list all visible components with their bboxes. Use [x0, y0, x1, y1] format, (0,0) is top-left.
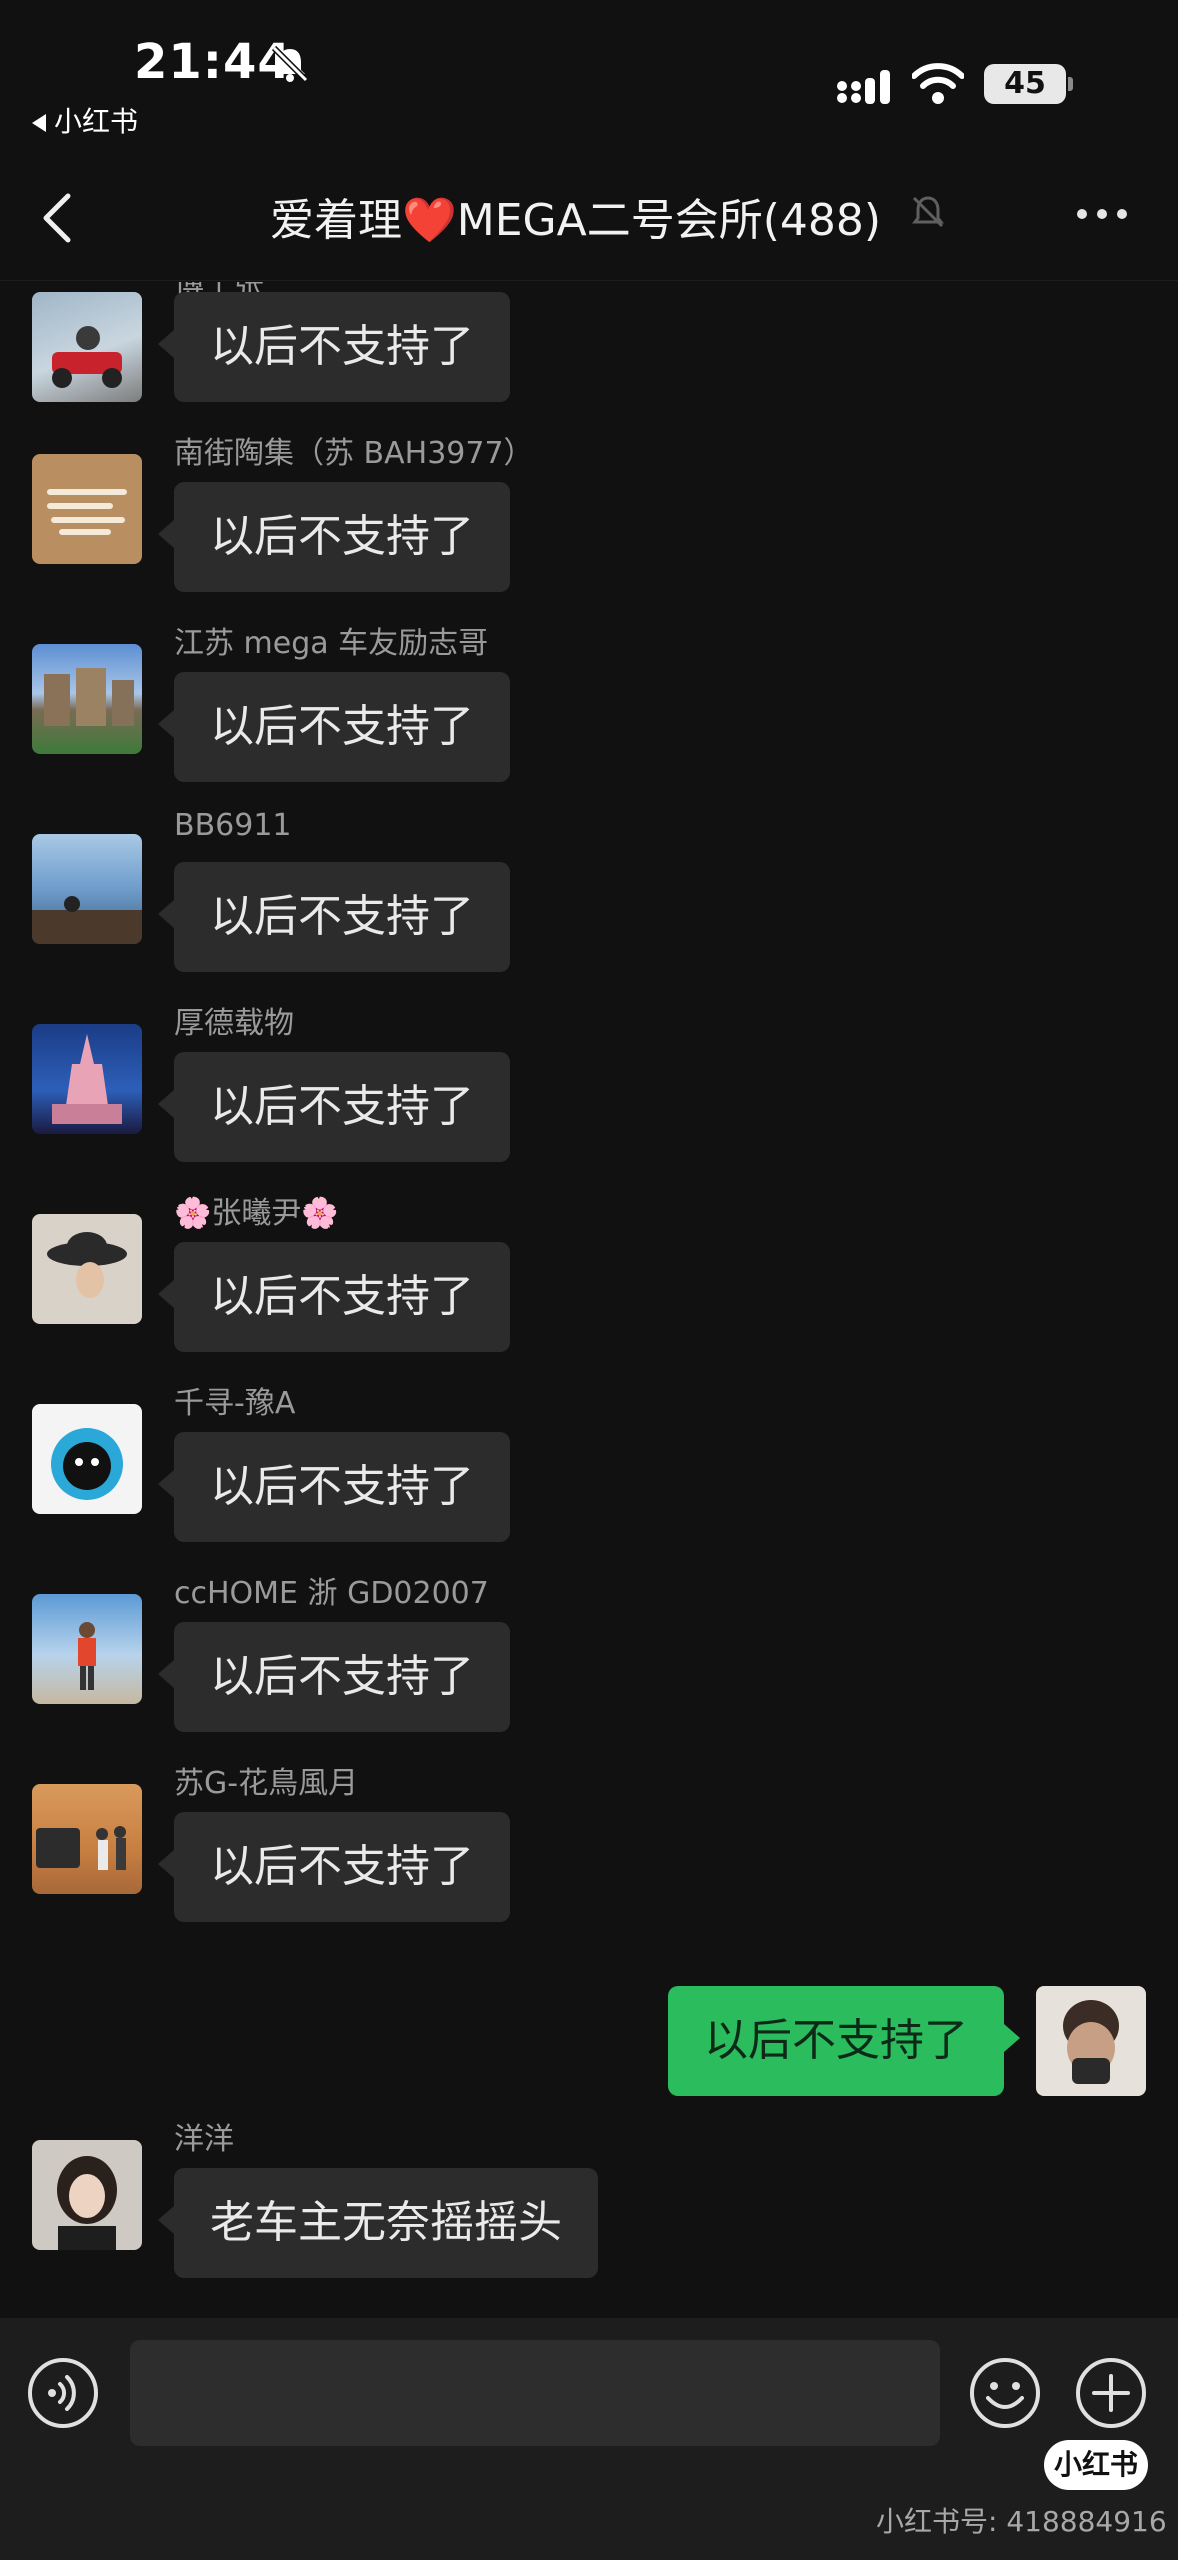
message-item-self: 以后不支持了 — [0, 1986, 1178, 2116]
avatar[interactable] — [32, 1024, 142, 1134]
cellular-signal-icon — [837, 70, 890, 104]
message-bubble[interactable]: 以后不支持了 — [158, 1622, 510, 1732]
avatar[interactable] — [1036, 1986, 1146, 2096]
message-item: 江苏 mega 车友励志哥 以后不支持了 — [0, 626, 1178, 834]
message-bubble[interactable]: 以后不支持了 — [158, 1052, 510, 1162]
emoji-icon[interactable] — [968, 2356, 1042, 2430]
avatar-image — [52, 1034, 122, 1124]
plus-icon[interactable] — [1074, 2356, 1148, 2430]
sender-name: 江苏 mega 车友励志哥 — [174, 626, 489, 661]
sender-name: 厚德载物 — [174, 1006, 294, 1041]
back-to-app-button[interactable]: 小红书 — [32, 100, 138, 140]
back-triangle-icon — [32, 114, 46, 132]
message-item: 洋洋 老车主无奈摇摇头 — [0, 2122, 1178, 2322]
message-bubble[interactable]: 以后不支持了 — [158, 1242, 510, 1352]
avatar[interactable] — [32, 1214, 142, 1324]
message-item: 南街陶集（苏 BAH3977） 以后不支持了 — [0, 436, 1178, 644]
avatar-image — [47, 489, 127, 535]
avatar-image — [51, 1428, 123, 1500]
message-item: 厚德载物 以后不支持了 — [0, 1006, 1178, 1214]
message-bubble[interactable]: 以后不支持了 — [158, 862, 510, 972]
avatar[interactable] — [32, 1594, 142, 1704]
sender-name: 洋洋 — [174, 2122, 234, 2157]
back-app-label: 小红书 — [54, 105, 139, 138]
avatar-image — [57, 2156, 117, 2250]
avatar-image — [52, 326, 122, 388]
avatar[interactable] — [32, 292, 142, 402]
wifi-icon — [912, 63, 964, 104]
message-item: 🌸张曦尹🌸 以后不支持了 — [0, 1196, 1178, 1404]
watermark-id: 小红书号: 418884916 — [876, 2505, 1167, 2538]
status-time: 21:44 — [134, 34, 292, 90]
avatar[interactable] — [32, 1404, 142, 1514]
message-bubble[interactable]: 以后不支持了 — [158, 292, 510, 402]
input-bar: 小红书 小红书号: 418884916 — [0, 2318, 1178, 2560]
message-item: BB6911 以后不支持了 — [0, 808, 1178, 1024]
message-list[interactable]: 博士张 以后不支持了 南街陶集（苏 BAH3977） 以后不支持了 江苏 meg… — [0, 282, 1178, 2322]
bell-off-icon — [912, 196, 944, 228]
voice-icon — [48, 2375, 76, 2411]
message-bubble[interactable]: 以后不支持了 — [158, 1432, 510, 1542]
battery-icon: 45 — [984, 64, 1073, 104]
avatar[interactable] — [32, 1784, 142, 1894]
message-item: 千寻-豫A 以后不支持了 — [0, 1386, 1178, 1594]
sender-name: 南街陶集（苏 BAH3977） — [174, 436, 534, 471]
avatar-image — [1063, 2000, 1119, 2084]
status-bar: 21:44 小红书 45 — [0, 0, 1178, 150]
avatar-image — [78, 1622, 96, 1690]
avatar-image — [44, 668, 134, 726]
message-bubble[interactable]: 老车主无奈摇摇头 — [158, 2168, 598, 2278]
message-item: 苏G-花鳥風月 以后不支持了 — [0, 1766, 1178, 1974]
chat-header: 爱着理❤️MEGA二号会所(488) — [0, 160, 1178, 281]
more-dots-icon[interactable] — [1072, 204, 1132, 224]
chat-title-prefix: 爱着理 — [270, 195, 402, 246]
chevron-left-icon[interactable] — [38, 188, 78, 248]
message-item: ccHOME 浙 GD02007 以后不支持了 — [0, 1576, 1178, 1784]
sender-name: 🌸张曦尹🌸 — [174, 1196, 339, 1231]
avatar[interactable] — [32, 644, 142, 754]
sender-name: 苏G-花鳥風月 — [174, 1766, 359, 1801]
bell-off-icon — [271, 45, 309, 83]
avatar[interactable] — [32, 454, 142, 564]
avatar[interactable] — [32, 834, 142, 944]
chat-title: 爱着理❤️MEGA二号会所(488) — [270, 184, 881, 248]
message-bubble-self[interactable]: 以后不支持了 — [668, 1986, 1020, 2096]
message-bubble[interactable]: 以后不支持了 — [158, 1812, 510, 1922]
sender-name: BB6911 — [174, 808, 292, 843]
avatar[interactable] — [32, 2140, 142, 2250]
heart-emoji: ❤️ — [402, 195, 457, 246]
avatar-image — [32, 896, 142, 944]
message-bubble[interactable]: 以后不支持了 — [158, 672, 510, 782]
watermark-badge: 小红书 — [1044, 2440, 1148, 2490]
voice-button[interactable] — [28, 2358, 98, 2428]
message-bubble[interactable]: 以后不支持了 — [158, 482, 510, 592]
sender-name: ccHOME 浙 GD02007 — [174, 1576, 489, 1611]
avatar-image — [36, 1826, 126, 1870]
sender-name: 千寻-豫A — [174, 1386, 296, 1421]
chat-title-suffix: MEGA二号会所(488) — [456, 195, 882, 246]
avatar-image — [47, 1232, 127, 1298]
message-input[interactable] — [130, 2340, 940, 2446]
